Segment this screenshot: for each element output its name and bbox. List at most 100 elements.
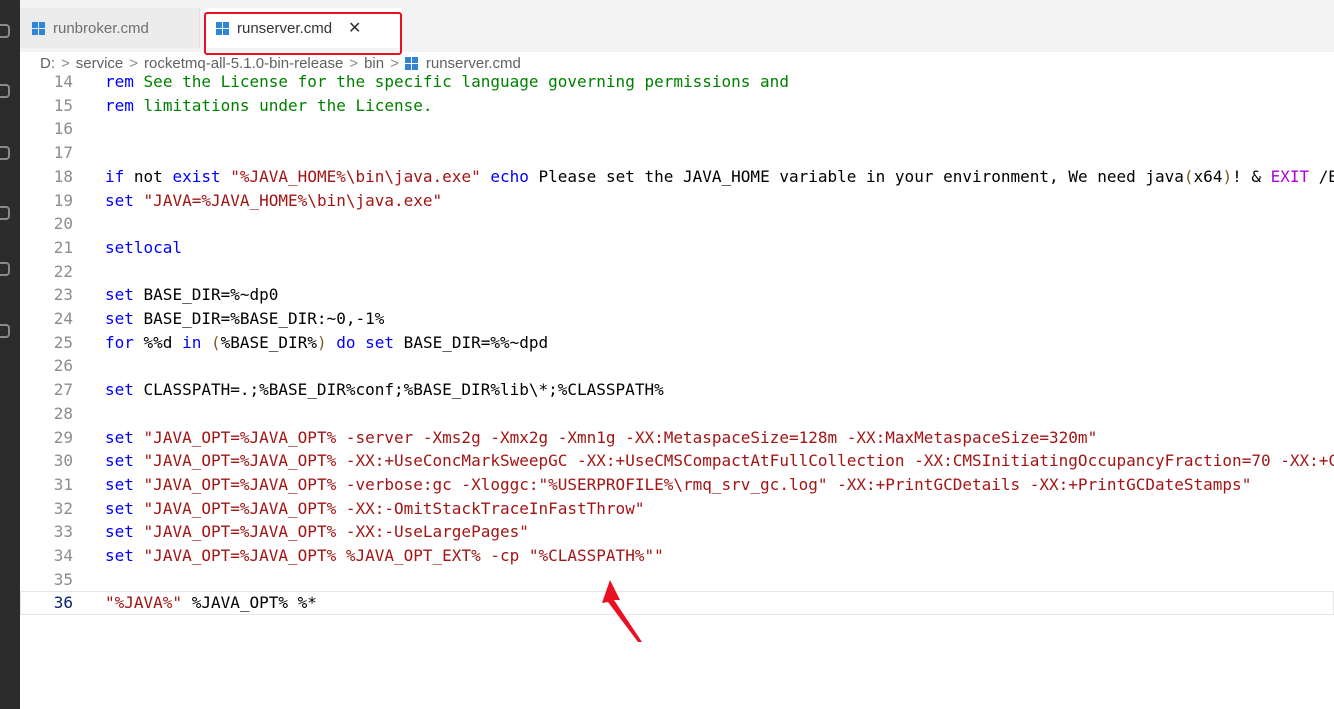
extensions-icon[interactable]: [0, 262, 10, 276]
breadcrumb-rocketmq[interactable]: rocketmq-all-5.1.0-bin-release: [144, 55, 343, 72]
code-text: for %%d in (%BASE_DIR%) do set BASE_DIR=…: [105, 331, 548, 355]
code-text: set "JAVA_OPT=%JAVA_OPT% -XX:-UseLargePa…: [105, 520, 529, 544]
chevron-right-icon: >: [61, 54, 70, 72]
line-number: 36: [53, 593, 73, 613]
run-debug-icon[interactable]: [0, 206, 10, 220]
code-line[interactable]: 29 set "JAVA_OPT=%JAVA_OPT% -server -Xms2…: [20, 426, 1334, 450]
code-token: See the License for the specific languag…: [143, 74, 789, 91]
windows-file-icon: [32, 21, 45, 35]
code-line[interactable]: 25 for %%d in (%BASE_DIR%) do set BASE_DI…: [20, 331, 1334, 355]
windows-file-icon: [404, 56, 418, 70]
code-editor[interactable]: 14 rem See the License for the specific l…: [20, 74, 1334, 709]
code-token: (: [1183, 166, 1194, 186]
remote-icon[interactable]: [0, 324, 10, 338]
annotation-highlight-box: [204, 12, 402, 55]
code-token: "JAVA_OPT=%JAVA_OPT% %JAVA_OPT_EXT% -cp …: [143, 546, 664, 565]
code-line[interactable]: 19 set "JAVA=%JAVA_HOME%\bin\java.exe": [20, 189, 1334, 213]
explorer-icon[interactable]: [0, 24, 10, 38]
code-token: limitations under the License.: [143, 95, 433, 115]
code-line[interactable]: 26: [20, 354, 1334, 378]
line-number: 27: [53, 380, 73, 400]
code-line[interactable]: 35: [20, 568, 1334, 592]
code-line[interactable]: 23 set BASE_DIR=%~dp0: [20, 283, 1334, 307]
line-number: 31: [53, 474, 73, 494]
code-line[interactable]: 27 set CLASSPATH=.;%BASE_DIR%conf;%BASE_D…: [20, 378, 1334, 402]
code-line[interactable]: 20: [20, 212, 1334, 236]
code-token: set: [105, 474, 134, 494]
code-token: set: [105, 427, 134, 447]
chevron-right-icon: >: [349, 54, 359, 72]
breadcrumb: D: > service > rocketmq-all-5.1.0-bin-re…: [40, 52, 521, 74]
code-line[interactable]: 31 set "JAVA_OPT=%JAVA_OPT% -verbose:gc -…: [20, 473, 1334, 497]
code-token: set: [105, 285, 134, 305]
tab-runbroker[interactable]: runbroker.cmd: [20, 8, 200, 48]
line-number: 32: [53, 498, 73, 518]
code-line[interactable]: 24 set BASE_DIR=%BASE_DIR:~0,-1%: [20, 307, 1334, 331]
code-token: "%JAVA%": [105, 593, 183, 613]
code-token: set: [105, 380, 134, 400]
code-token: %BASE_DIR%: [220, 332, 317, 352]
tab-label: runbroker.cmd: [53, 19, 149, 37]
code-text: rem limitations under the License.: [105, 94, 433, 118]
breadcrumb-bin[interactable]: bin: [364, 55, 384, 72]
code-token: "JAVA_OPT=%JAVA_OPT% -XX:-UseLargePages": [143, 522, 529, 542]
code-token: set: [105, 190, 134, 210]
code-token: exist: [172, 166, 221, 186]
code-line[interactable]: 14 rem See the License for the specific l…: [20, 74, 1334, 94]
code-text: set "JAVA_OPT=%JAVA_OPT% -XX:-OmitStackT…: [105, 497, 644, 521]
code-token: CLASSPATH=.;%BASE_DIR%conf;%BASE_DIR%lib…: [133, 380, 664, 400]
search-icon[interactable]: [0, 84, 10, 98]
code-line[interactable]: 33 set "JAVA_OPT=%JAVA_OPT% -XX:-UseLarge…: [20, 520, 1334, 544]
breadcrumb-service[interactable]: service: [76, 55, 124, 72]
code-token: set: [105, 546, 134, 565]
code-token: "JAVA_OPT=%JAVA_OPT% -XX:+UseConcMarkSwe…: [143, 451, 1334, 471]
code-text: setlocal: [105, 236, 182, 260]
code-token: rem: [105, 95, 134, 115]
code-text: set "JAVA_OPT=%JAVA_OPT% -verbose:gc -Xl…: [105, 473, 1251, 497]
code-token: ): [316, 332, 327, 352]
breadcrumb-drive[interactable]: D:: [40, 55, 55, 72]
code-line[interactable]: 34 set "JAVA_OPT=%JAVA_OPT% %JAVA_OPT_EXT…: [20, 544, 1334, 568]
chevron-right-icon: >: [390, 54, 399, 72]
code-line[interactable]: 18 if not exist "%JAVA_HOME%\bin\java.exe…: [20, 165, 1334, 189]
breadcrumb-file[interactable]: runserver.cmd: [426, 55, 521, 72]
code-line[interactable]: 32 set "JAVA_OPT=%JAVA_OPT% -XX:-OmitStac…: [20, 497, 1334, 521]
code-line[interactable]: 16: [20, 117, 1334, 141]
code-text: rem See the License for the specific lan…: [105, 74, 789, 94]
code-line[interactable]: 21 setlocal: [20, 236, 1334, 260]
code-token: not: [124, 166, 173, 186]
code-token: rem: [105, 74, 134, 91]
code-line[interactable]: 22: [20, 260, 1334, 284]
line-number: 18: [53, 166, 73, 186]
line-number: 15: [53, 95, 73, 115]
line-number: 28: [53, 403, 73, 423]
code-line[interactable]: 36 "%JAVA%" %JAVA_OPT% %*: [20, 591, 1334, 616]
code-token: x64: [1193, 166, 1223, 186]
code-token: ): [1222, 166, 1233, 186]
annotation-arrow-icon: [602, 580, 642, 642]
line-number: 26: [53, 356, 73, 376]
source-control-icon[interactable]: [0, 146, 10, 160]
code-token: "JAVA=%JAVA_HOME%\bin\java.exe": [143, 190, 443, 210]
line-number: 24: [53, 309, 73, 328]
code-line[interactable]: 30 set "JAVA_OPT=%JAVA_OPT% -XX:+UseConcM…: [20, 449, 1334, 473]
code-line[interactable]: 15 rem limitations under the License.: [20, 94, 1334, 118]
line-number: 25: [53, 332, 73, 352]
code-line[interactable]: 28: [20, 402, 1334, 426]
code-line[interactable]: 17: [20, 141, 1334, 165]
line-number: 35: [53, 569, 73, 589]
code-text: set "JAVA_OPT=%JAVA_OPT% -XX:+UseConcMar…: [105, 449, 1334, 473]
code-text: set BASE_DIR=%~dp0: [105, 283, 278, 307]
code-token: set: [105, 498, 134, 518]
line-number: 17: [53, 143, 73, 163]
